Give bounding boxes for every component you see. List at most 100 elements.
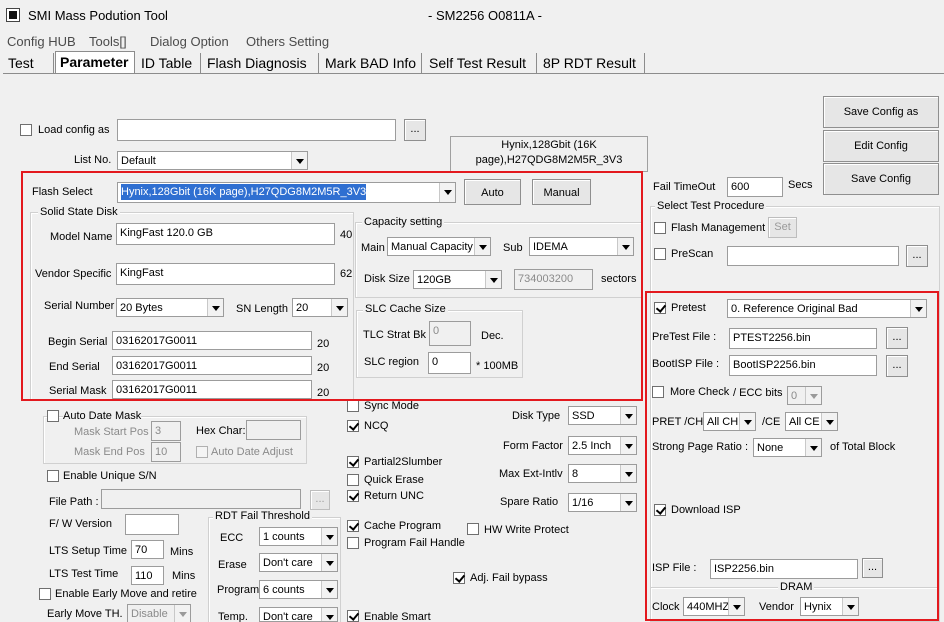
tab-flash-diagnosis[interactable]: Flash Diagnosis [203,53,319,73]
auto-date-mask-label: Auto Date Mask [63,410,142,422]
download-isp-checkbox[interactable] [654,504,666,516]
serial-mask-input[interactable]: 03162017G0011 [112,380,312,399]
program-fail-handle-checkbox[interactable] [347,537,359,549]
flash-select-dropdown[interactable]: Hynix,128Gbit (16K page),H27QDG8M2M5R_3V… [117,182,456,203]
prescan-input[interactable] [727,246,899,266]
chevron-down-icon [321,608,337,621]
tab-mark-bad-info[interactable]: Mark BAD Info [321,53,422,73]
isp-file-input[interactable]: ISP2256.bin [710,559,858,579]
auto-button[interactable]: Auto [464,179,521,205]
manual-button[interactable]: Manual [532,179,591,205]
pretest-file-input[interactable]: PTEST2256.bin [729,328,877,349]
chevron-down-icon [620,437,636,454]
pret-ch-select[interactable]: All CH [703,412,756,431]
bootisp-file-input[interactable]: BootISP2256.bin [729,355,877,376]
disk-type-select[interactable]: SSD [568,406,637,425]
chevron-down-icon [620,494,636,511]
slc-region-input[interactable]: 0 [428,352,471,374]
ssd-group-label: Solid State Disk [38,206,120,218]
pret-ch-value: All CH [707,416,739,428]
isp-file-browse-button[interactable]: ... [862,558,883,578]
prescan-browse-button[interactable]: ... [906,245,928,267]
begin-serial-len: 20 [317,338,330,350]
spare-ratio-select[interactable]: 1/16 [568,493,637,512]
erase-select[interactable]: Don't care [259,553,338,572]
sub-capacity-select[interactable]: IDEMA [529,237,634,256]
file-path-browse-button[interactable]: ... [310,490,330,510]
fw-version-label: F/ W Version [49,518,112,530]
tab-test[interactable]: Test [4,53,54,73]
menu-dialog-option[interactable]: Dialog Option [150,34,229,49]
serial-number-select[interactable]: 20 Bytes [116,298,224,317]
pretest-checkbox[interactable] [654,302,666,314]
disk-size-select[interactable]: 120GB [413,270,502,289]
list-no-select[interactable]: Default [117,151,308,170]
sn-length-select[interactable]: 20 [292,298,348,317]
lts-setup-input[interactable]: 70 [131,540,164,559]
pretest-file-browse-button[interactable]: ... [886,327,908,349]
ncq-checkbox[interactable] [347,420,359,432]
lts-setup-label: LTS Setup Time [49,545,128,557]
model-name-input[interactable]: KingFast 120.0 GB [116,223,335,245]
begin-serial-input[interactable]: 03162017G0011 [112,331,312,350]
vendor-select[interactable]: Hynix [800,597,859,616]
vendor-specific-input[interactable]: KingFast [116,263,335,285]
enable-unique-sn-checkbox[interactable] [47,470,59,482]
temp-select[interactable]: Don't care [259,607,338,622]
tab-8p-rdt-result[interactable]: 8P RDT Result [539,53,645,73]
chevron-down-icon [620,407,636,424]
fail-timeout-input[interactable]: 600 [727,177,783,197]
load-config-input[interactable] [117,119,396,141]
adj-fail-bypass-checkbox[interactable] [453,572,465,584]
hex-char-label: Hex Char: [196,425,246,437]
end-serial-input[interactable]: 03162017G0011 [112,356,312,375]
menu-others-setting[interactable]: Others Setting [246,34,329,49]
menu-config-hub[interactable]: Config HUB [7,34,76,49]
tab-self-test-result[interactable]: Self Test Result [425,53,537,73]
clock-select[interactable]: 440MHZ [683,597,745,616]
ecc-select[interactable]: 1 counts [259,527,338,546]
partial2slumber-checkbox[interactable] [347,456,359,468]
early-move-th-select[interactable]: Disable [127,604,191,622]
quick-erase-checkbox[interactable] [347,474,359,486]
pretest-select[interactable]: 0. Reference Original Bad [727,299,927,318]
cache-program-checkbox[interactable] [347,520,359,532]
hw-write-protect-checkbox[interactable] [467,523,479,535]
sync-mode-checkbox[interactable] [347,400,359,412]
max-ext-select[interactable]: 8 [568,464,637,483]
menu-tools[interactable]: Tools[] [89,34,127,49]
main-capacity-select[interactable]: Manual Capacity [387,237,491,256]
more-check-checkbox[interactable] [652,386,664,398]
load-config-checkbox[interactable] [20,124,32,136]
tlc-input: 0 [429,321,471,346]
return-unc-checkbox[interactable] [347,490,359,502]
load-config-browse-button[interactable]: ... [404,119,426,141]
ecc-bits-value: 0 [791,390,798,402]
lts-test-input[interactable]: 110 [131,566,164,585]
enable-smart-checkbox[interactable] [347,610,359,622]
fail-timeout-label: Fail TimeOut [653,181,716,193]
fw-version-input[interactable] [125,514,179,535]
edit-config-button[interactable]: Edit Config [823,130,939,162]
prescan-checkbox[interactable] [654,248,666,260]
program-select[interactable]: 6 counts [259,580,338,599]
set-button[interactable]: Set [768,217,797,238]
file-path-input [101,489,301,509]
flash-management-checkbox[interactable] [654,222,666,234]
ce-select[interactable]: All CE [785,412,838,431]
form-factor-select[interactable]: 2.5 Inch [568,436,637,455]
early-move-checkbox[interactable] [39,588,51,600]
tab-parameter[interactable]: Parameter [55,51,135,73]
save-config-button[interactable]: Save Config [823,163,939,195]
clock-value: 440MHZ [687,601,730,613]
auto-date-mask-checkbox[interactable] [47,410,59,422]
vendor-specific-max: 62 [340,268,353,280]
save-config-as-button[interactable]: Save Config as [823,96,939,128]
strong-page-label: Strong Page Ratio : [652,441,749,453]
partial2slumber-label: Partial2Slumber [364,456,443,468]
auto-date-adjust-checkbox[interactable] [196,446,208,458]
ecc-bits-select[interactable]: 0 [787,386,822,405]
tab-id-table[interactable]: ID Table [137,53,201,73]
strong-page-select[interactable]: None [753,438,822,457]
bootisp-file-browse-button[interactable]: ... [886,355,908,377]
